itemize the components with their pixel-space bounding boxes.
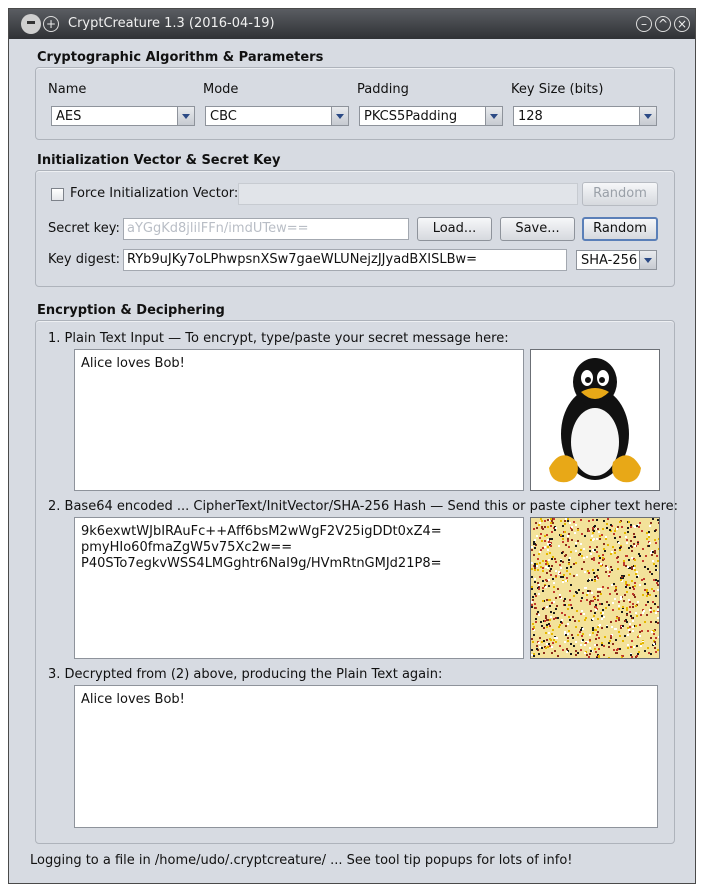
key-digest-label: Key digest: (48, 252, 121, 267)
mode-label: Mode (203, 82, 239, 97)
keysize-value: 128 (518, 109, 543, 124)
iv-random-button: Random (582, 182, 658, 206)
encryption-section-title: Encryption & Deciphering (37, 303, 225, 318)
cipher-text-label: 2. Base64 encoded ... CipherText/InitVec… (48, 499, 679, 514)
chevron-down-icon[interactable] (639, 251, 656, 269)
digest-algo-value: SHA-256 (581, 253, 638, 268)
decrypt-text-area[interactable]: Alice loves Bob! (74, 685, 658, 828)
mode-combo[interactable]: CBC (205, 106, 349, 126)
iv-field (238, 183, 578, 205)
chevron-down-icon[interactable] (331, 107, 348, 125)
digest-algo-combo[interactable]: SHA-256 (576, 250, 657, 270)
secret-key-field[interactable]: aYGgKd8jlilFFn/imdUTew== (123, 218, 409, 240)
tux-penguin-image (530, 349, 660, 491)
close-icon[interactable]: × (674, 16, 690, 32)
name-combo[interactable]: AES (51, 106, 195, 126)
mask-icon[interactable] (21, 14, 41, 34)
save-button[interactable]: Save... (500, 217, 575, 241)
random-key-button[interactable]: Random (582, 217, 658, 241)
status-bar: Logging to a file in /home/udo/.cryptcre… (30, 853, 573, 868)
maximize-icon[interactable]: ^ (655, 16, 671, 32)
keysize-label: Key Size (bits) (511, 82, 604, 97)
plain-text-area[interactable]: Alice loves Bob! (74, 349, 524, 491)
chevron-down-icon[interactable] (639, 107, 656, 125)
cipher-noise-icon (531, 518, 659, 658)
plain-text-label: 1. Plain Text Input — To encrypt, type/p… (48, 331, 509, 346)
keysize-combo[interactable]: 128 (513, 106, 657, 126)
padding-label: Padding (357, 82, 409, 97)
force-iv-label: Force Initialization Vector: (70, 186, 239, 201)
title-bar[interactable]: + CryptCreature 1.3 (2016-04-19) – ^ × (9, 9, 695, 39)
minimize-icon[interactable]: – (636, 16, 652, 32)
decrypt-text-label: 3. Decrypted from (2) above, producing t… (48, 667, 443, 682)
cipher-noise-image (530, 517, 660, 659)
secret-key-label: Secret key: (48, 221, 120, 236)
chevron-down-icon[interactable] (485, 107, 502, 125)
padding-value: PKCS5Padding (364, 109, 458, 124)
cipher-text-area[interactable]: 9k6exwtWJbIRAuFc++Aff6bsM2wWgF2V25igDDt0… (74, 517, 524, 659)
name-value: AES (56, 109, 82, 124)
chevron-down-icon[interactable] (177, 107, 194, 125)
load-button[interactable]: Load... (417, 217, 492, 241)
force-iv-checkbox[interactable] (51, 188, 64, 201)
padding-combo[interactable]: PKCS5Padding (359, 106, 503, 126)
add-icon[interactable]: + (43, 16, 59, 32)
name-label: Name (48, 82, 87, 97)
algorithm-group (35, 67, 675, 140)
key-digest-field[interactable]: RYb9uJKy7oLPhwpsnXSw7gaeWLUNejzJJyadBXIS… (123, 249, 567, 271)
window-title: CryptCreature 1.3 (2016-04-19) (68, 16, 275, 31)
iv-section-title: Initialization Vector & Secret Key (37, 153, 281, 168)
tux-penguin-icon (549, 358, 641, 483)
algorithm-section-title: Cryptographic Algorithm & Parameters (37, 50, 324, 65)
mode-value: CBC (210, 109, 237, 124)
